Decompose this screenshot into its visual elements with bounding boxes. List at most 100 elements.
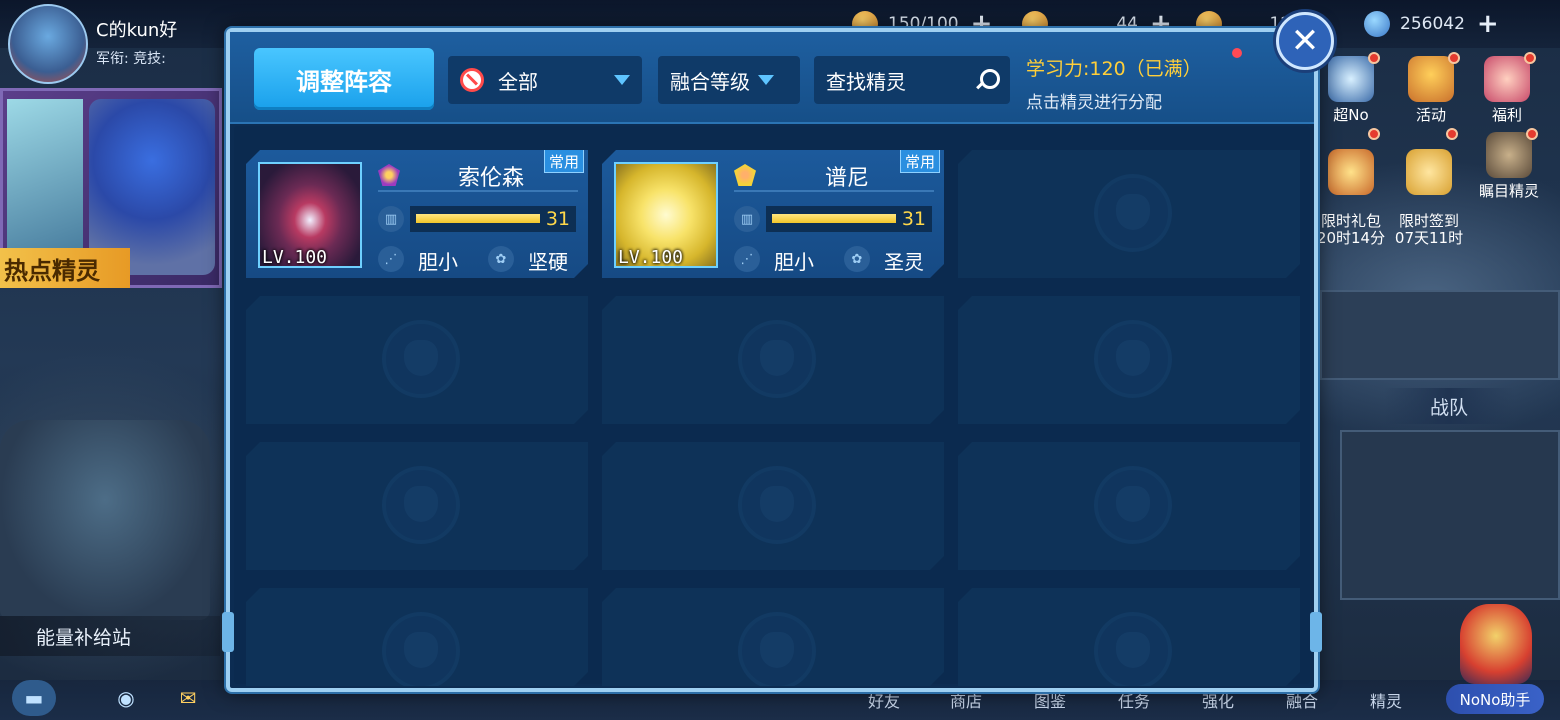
filter-value: 全部 — [498, 69, 538, 94]
mail-icon[interactable]: ✉ — [166, 680, 210, 716]
nono-assistant-button[interactable]: NoNo助手 — [1446, 684, 1544, 714]
placeholder-spirit-icon — [1094, 174, 1172, 252]
player-avatar[interactable] — [8, 4, 88, 84]
empty-slot — [958, 150, 1300, 278]
add-resource-button[interactable]: + — [1477, 9, 1499, 39]
nav-spirits[interactable]: 精灵 — [1370, 688, 1402, 712]
empty-slot — [958, 442, 1300, 570]
close-dialog-button[interactable]: ✕ — [1276, 12, 1334, 70]
energy-station-art[interactable] — [0, 420, 210, 620]
attribute-icon — [734, 164, 756, 186]
learn-power-value: 31 — [545, 208, 570, 230]
fusion-level-dropdown[interactable]: 融合等级 — [658, 56, 800, 104]
hot-spirit-label[interactable]: 热点精灵 — [0, 248, 130, 288]
bg-structure — [1340, 430, 1560, 600]
spirit-level: LV.100 — [618, 247, 684, 268]
empty-slot — [602, 296, 944, 424]
team-label[interactable]: 战队 — [1384, 388, 1514, 424]
fusion-level-label: 融合等级 — [670, 69, 750, 94]
treasure-chest-icon — [1328, 148, 1374, 195]
spirit-level: LV.100 — [262, 247, 328, 268]
icon-label: 瞩目精灵 — [1478, 182, 1539, 200]
filter-dropdown[interactable]: 全部 — [448, 56, 642, 104]
close-icon: ✕ — [1290, 21, 1320, 61]
notification-dot — [1368, 128, 1380, 140]
limited-signin-button[interactable]: 限时签到 07天11时 — [1394, 128, 1464, 247]
left-resize-handle[interactable] — [222, 612, 234, 652]
learn-power-bar: 31 — [410, 206, 576, 232]
empty-slot — [958, 296, 1300, 424]
eye-icon[interactable]: ◉ — [104, 680, 148, 716]
learn-power-fill — [416, 214, 540, 223]
notification-dot — [1524, 52, 1536, 64]
notification-dot — [1368, 52, 1380, 64]
nono-super-button[interactable]: 超No — [1316, 52, 1386, 125]
learn-power-fill — [772, 214, 896, 223]
empty-slot — [958, 588, 1300, 686]
placeholder-spirit-icon — [738, 466, 816, 544]
nono-icon — [1328, 56, 1374, 102]
dialog-header: 调整阵容 全部 融合等级 查找精灵 学习力:120（已满） 点击精灵进行分配 — [230, 32, 1314, 124]
chat-icon[interactable]: ▬ — [12, 680, 56, 716]
learn-power-hint: 点击精灵进行分配 — [1026, 93, 1162, 113]
trait-icon: ✿ — [488, 246, 514, 272]
spirit-art — [7, 99, 83, 249]
spirit-trait: 圣灵 — [884, 250, 924, 274]
right-resize-handle[interactable] — [1310, 612, 1322, 652]
placeholder-spirit-icon — [382, 612, 460, 690]
notification-dot — [1232, 48, 1242, 58]
notification-dot — [1448, 52, 1460, 64]
planet-icon — [1364, 11, 1390, 37]
calendar-icon — [1406, 148, 1452, 195]
empty-slot — [246, 442, 588, 570]
nature-icon: ⋰ — [734, 246, 760, 272]
placeholder-spirit-icon — [1094, 612, 1172, 690]
spirit-icon — [1486, 132, 1532, 178]
search-placeholder: 查找精灵 — [826, 69, 906, 94]
player-rank-info: 军衔: 竞技: — [96, 51, 166, 67]
empty-slot — [246, 296, 588, 424]
empty-slot — [246, 588, 588, 686]
spirit-team-dialog: 调整阵容 全部 融合等级 查找精灵 学习力:120（已满） 点击精灵进行分配 L… — [222, 28, 1322, 692]
notification-dot — [1446, 128, 1458, 140]
learn-power-icon: ▥ — [378, 206, 404, 232]
caret-down-icon — [758, 75, 774, 85]
spirit-card-sorensen[interactable]: LV.100 常用 索伦森 ▥ 31 ⋰ 胆小 ✿ 坚硬 — [246, 150, 588, 278]
limited-pack-button[interactable]: 限时礼包 20时14分 — [1316, 128, 1386, 246]
resource-item-4: 256042 + — [1364, 9, 1499, 39]
icon-label: 活动 — [1415, 106, 1446, 124]
icon-label: 福利 — [1491, 106, 1522, 124]
spirit-name: 索伦森 — [457, 166, 524, 191]
placeholder-spirit-icon — [382, 466, 460, 544]
placeholder-spirit-icon — [738, 612, 816, 690]
search-icon[interactable] — [976, 69, 1000, 91]
placeholder-spirit-icon — [382, 320, 460, 398]
spirit-trait: 坚硬 — [528, 250, 568, 274]
placeholder-spirit-icon — [1094, 466, 1172, 544]
ban-icon — [460, 68, 484, 92]
resource-value: 256042 — [1400, 14, 1465, 34]
welfare-button[interactable]: 福利 — [1472, 52, 1542, 125]
icon-label: 超No — [1333, 106, 1369, 124]
learn-power-icon: ▥ — [734, 206, 760, 232]
spirit-name: 谱尼 — [824, 166, 869, 191]
gift-icon — [1484, 56, 1530, 102]
empty-slot — [602, 442, 944, 570]
trophy-icon — [1408, 56, 1454, 102]
trait-icon: ✿ — [844, 246, 870, 272]
spirit-grid: LV.100 常用 索伦森 ▥ 31 ⋰ 胆小 ✿ 坚硬 LV.100 常用 谱… — [234, 126, 1310, 684]
activity-button[interactable]: 活动 — [1396, 52, 1466, 125]
learn-power-bar: 31 — [766, 206, 932, 232]
placeholder-spirit-icon — [738, 320, 816, 398]
spirit-card-puni[interactable]: LV.100 常用 谱尼 ▥ 31 ⋰ 胆小 ✿ 圣灵 — [602, 150, 944, 278]
empty-slot — [602, 588, 944, 686]
nono-character[interactable] — [1460, 604, 1532, 684]
energy-station-label[interactable]: 能量补给站 — [0, 616, 220, 656]
divider — [734, 190, 934, 192]
notification-dot — [1526, 128, 1538, 140]
icon-label: 限时签到 07天11时 — [1394, 212, 1464, 247]
spirit-nature: 胆小 — [774, 250, 814, 274]
featured-spirit-button[interactable]: 瞩目精灵 — [1474, 128, 1544, 201]
adjust-team-button[interactable]: 调整阵容 — [254, 48, 434, 110]
spirit-search-input[interactable]: 查找精灵 — [814, 56, 1010, 104]
